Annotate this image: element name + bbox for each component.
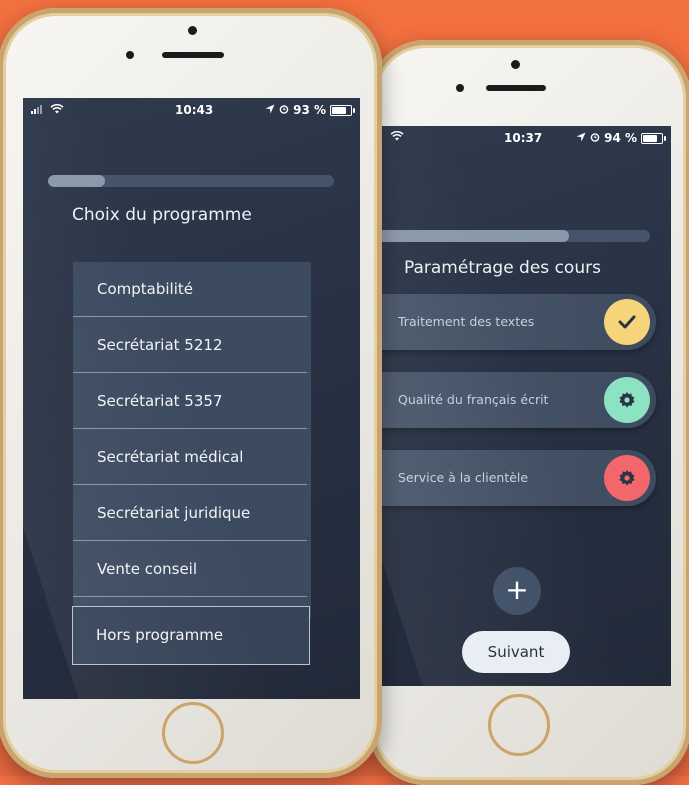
course-item[interactable]: Qualité du français écrit [380,372,656,428]
phone-left: 10:43 93 % Choix du programme Comptabili… [0,8,382,778]
program-item-secretariat-medical[interactable]: Secrétariat médical [73,430,307,485]
program-item-comptabilite[interactable]: Comptabilité [73,262,307,317]
page-title: Paramétrage des cours [404,258,601,278]
status-time: 10:43 [175,103,214,117]
alarm-icon [590,131,600,145]
progress-fill [380,230,569,242]
front-camera [511,60,520,69]
status-bar: 10:37 94 % [380,126,671,150]
status-time: 10:37 [504,131,543,145]
home-button[interactable] [162,702,224,764]
gear-icon[interactable] [604,455,650,501]
progress-bar [380,230,650,242]
battery-icon [330,104,355,116]
battery-percent: 94 % [604,131,637,145]
location-arrow-icon [265,103,275,117]
course-settings-screen: 10:37 94 % Paramétrage des cours Traitem… [380,126,671,686]
front-camera [188,26,197,35]
program-item-secretariat-juridique[interactable]: Secrétariat juridique [73,486,307,541]
battery-percent: 93 % [293,103,326,117]
program-item-vente-conseil[interactable]: Vente conseil [73,542,307,597]
earpiece-speaker [486,85,546,91]
check-icon[interactable] [604,299,650,345]
wifi-icon [50,103,64,117]
signal-icon [31,105,42,114]
add-course-button[interactable]: + [493,567,541,615]
program-choice-screen: 10:43 93 % Choix du programme Comptabili… [23,98,360,699]
location-arrow-icon [576,131,586,145]
wifi-icon [390,130,404,144]
course-item[interactable]: Traitement des textes [380,294,656,350]
course-label: Traitement des textes [398,314,535,329]
course-item[interactable]: Service à la clientèle [380,450,656,506]
earpiece-speaker [162,52,224,58]
battery-icon [641,132,666,144]
home-button[interactable] [488,694,550,756]
progress-fill [48,175,106,187]
program-item-secretariat-5357[interactable]: Secrétariat 5357 [73,374,307,429]
page-title: Choix du programme [72,205,252,225]
gear-icon[interactable] [604,377,650,423]
status-bar: 10:43 93 % [23,98,360,122]
progress-bar [48,175,334,187]
other-program-button[interactable]: Hors programme [72,606,310,665]
sensor-dot [126,51,134,59]
sensor-dot [456,84,464,92]
course-label: Qualité du français écrit [398,392,549,407]
course-label: Service à la clientèle [398,470,529,485]
program-list: Comptabilité Secrétariat 5212 Secrétaria… [73,262,311,618]
phone-right: 10:37 94 % Paramétrage des cours Traitem… [368,40,689,785]
program-item-secretariat-5212[interactable]: Secrétariat 5212 [73,318,307,373]
alarm-icon [279,103,289,117]
next-button[interactable]: Suivant [462,631,570,673]
